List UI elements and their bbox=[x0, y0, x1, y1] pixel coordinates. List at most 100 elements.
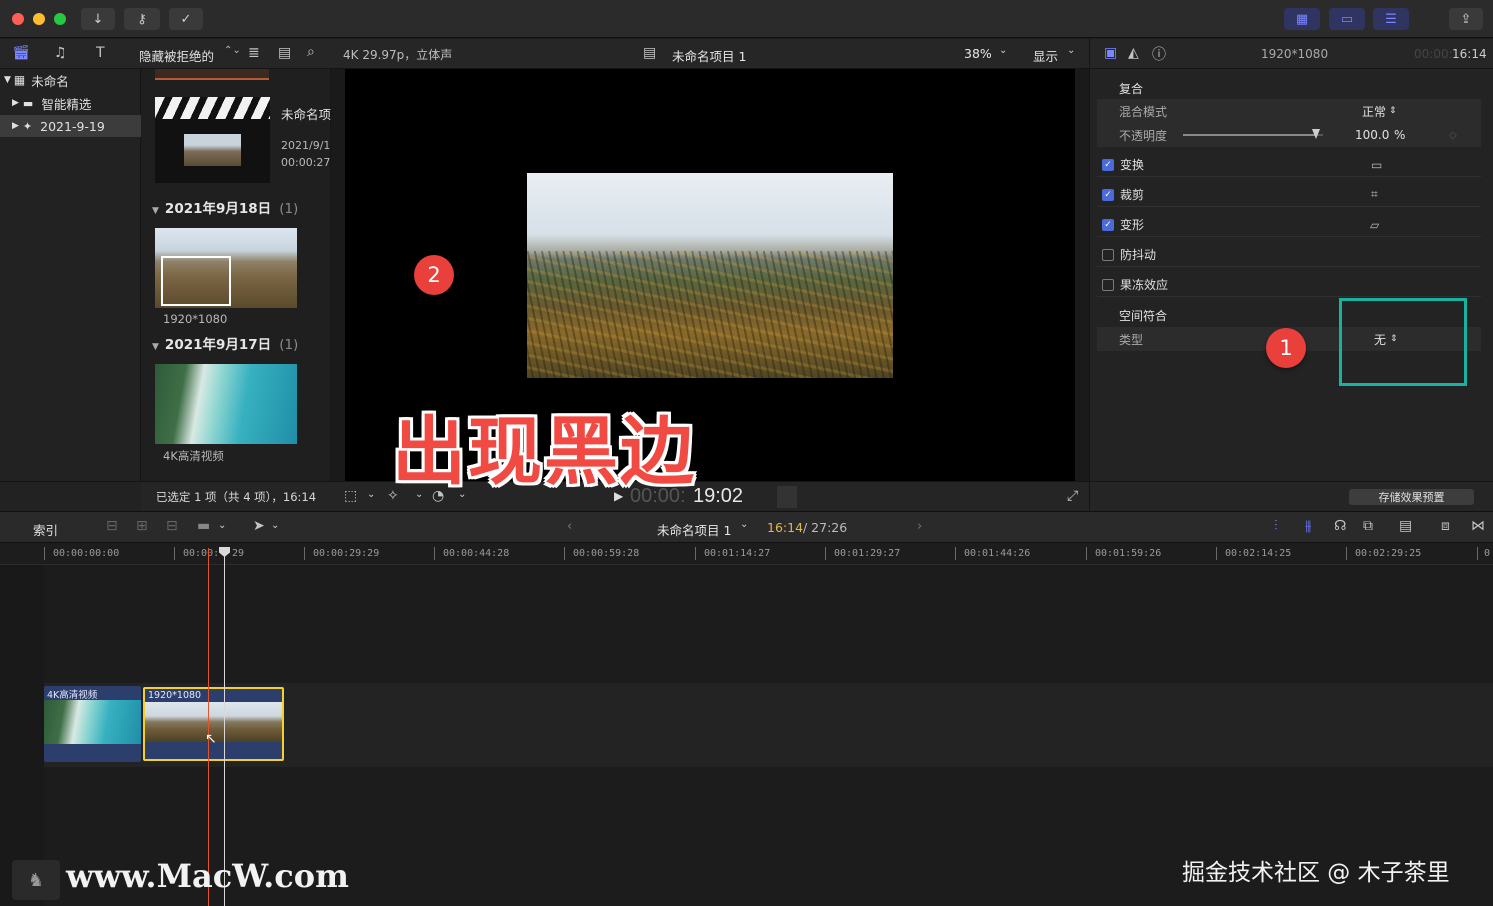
list-view-icon[interactable]: ≣ bbox=[248, 45, 260, 61]
info-icon[interactable]: ⓘ bbox=[1152, 44, 1166, 64]
select-tool-icon[interactable]: ➤ bbox=[253, 518, 265, 534]
clip-thumbnail-beach[interactable] bbox=[155, 364, 297, 444]
stabilization-label: 防抖动 bbox=[1120, 248, 1157, 262]
transform-tool-icon[interactable]: ⬚ bbox=[344, 488, 357, 504]
blend-mode-popup[interactable]: 正常 bbox=[1362, 103, 1386, 120]
skimming-icon[interactable]: ⫶ bbox=[1274, 518, 1278, 534]
ruler-label: 00:01:29:27 bbox=[834, 548, 901, 559]
timeline-index-button[interactable]: 索引 bbox=[33, 520, 58, 539]
chevron-down-icon[interactable]: ⌄ bbox=[367, 489, 375, 500]
minimize-window-button[interactable] bbox=[33, 13, 45, 25]
headphones-icon[interactable]: ☊ bbox=[1334, 518, 1346, 534]
ruler-label: 29 bbox=[232, 548, 245, 559]
forward-arrow-icon[interactable]: › bbox=[917, 519, 922, 534]
photos-audio-icon[interactable]: ♫ bbox=[54, 45, 67, 61]
highlight-box bbox=[1339, 298, 1467, 386]
zoom-menu[interactable]: 38% bbox=[964, 46, 992, 61]
project-title: 未命名项 bbox=[281, 107, 331, 122]
crop-onscreen-icon[interactable]: ⌗ bbox=[1371, 187, 1378, 202]
opacity-unit: % bbox=[1394, 128, 1406, 142]
library-item-root[interactable]: ▼ ▦ 未命名 bbox=[0, 69, 141, 91]
color-inspector-icon[interactable]: ◭ bbox=[1128, 45, 1139, 61]
annotation-badge-1: 1 bbox=[1266, 328, 1306, 368]
opacity-value[interactable]: 100.0 bbox=[1355, 128, 1389, 142]
timeline-position: 16:14 bbox=[767, 520, 804, 535]
clip-appearance-icon[interactable]: ▤ bbox=[1399, 518, 1412, 534]
append-clip-icon[interactable]: ⊟ bbox=[166, 518, 178, 534]
show-inspector-button[interactable]: ☰ bbox=[1373, 8, 1409, 30]
show-browser-button[interactable]: ▦ bbox=[1284, 8, 1320, 30]
display-menu[interactable]: 显示 bbox=[1033, 46, 1058, 65]
rolling-shutter-checkbox[interactable] bbox=[1102, 278, 1114, 291]
crop-frame-overlay bbox=[161, 256, 231, 306]
disclosure-closed-icon[interactable]: ▶ bbox=[12, 121, 19, 131]
audio-skimming-icon[interactable]: ⫵ bbox=[1305, 518, 1311, 534]
disclosure-open-icon[interactable]: ▼ bbox=[152, 342, 159, 352]
library-label: 未命名 bbox=[31, 73, 69, 89]
clip-filmstrip bbox=[44, 700, 141, 744]
disclosure-open-icon[interactable]: ▼ bbox=[152, 206, 159, 216]
library-item-event[interactable]: ▶ ✦ 2021-9-19 bbox=[0, 115, 141, 137]
stabilization-row[interactable]: 防抖动 bbox=[1097, 243, 1481, 267]
chevron-down-icon[interactable]: ⌄ bbox=[271, 520, 279, 531]
fullscreen-icon[interactable]: ⤢ bbox=[1067, 488, 1078, 504]
clip-thumbnail-partial[interactable] bbox=[155, 69, 269, 80]
background-tasks-button[interactable]: ✓ bbox=[169, 8, 203, 30]
zoom-window-button[interactable] bbox=[54, 13, 66, 25]
titles-generators-icon[interactable]: T bbox=[96, 45, 105, 61]
clip-thumbnail-forest[interactable] bbox=[155, 228, 297, 308]
overwrite-clip-icon[interactable]: ▬ bbox=[197, 518, 210, 534]
disclosure-open-icon[interactable]: ▼ bbox=[4, 75, 11, 85]
disclosure-closed-icon[interactable]: ▶ bbox=[12, 98, 19, 108]
chevron-down-icon[interactable]: ⌄ bbox=[218, 520, 226, 531]
distort-row[interactable]: ✓ 变形 ▱ bbox=[1097, 213, 1481, 237]
download-arrow-icon: ↓ bbox=[92, 11, 104, 27]
stabilization-checkbox[interactable] bbox=[1102, 248, 1114, 261]
keywords-button[interactable]: ⚷ bbox=[124, 8, 160, 30]
clip-filter-menu[interactable]: 隐藏被拒绝的 bbox=[139, 46, 214, 65]
ruler-label: 00:01:59:26 bbox=[1095, 548, 1162, 559]
crop-checkbox[interactable]: ✓ bbox=[1102, 188, 1114, 201]
crop-row[interactable]: ✓ 裁剪 ⌗ bbox=[1097, 183, 1481, 207]
timeline-clip-forest-selected[interactable]: 1920*1080 bbox=[143, 687, 284, 761]
distort-checkbox[interactable]: ✓ bbox=[1102, 218, 1114, 231]
date-group-count: (1) bbox=[279, 201, 299, 217]
insert-clip-icon[interactable]: ⊞ bbox=[136, 518, 148, 534]
forest-texture bbox=[527, 251, 893, 378]
date-group-header[interactable]: ▼ 2021年9月17日 (1) bbox=[152, 333, 298, 353]
transform-checkbox[interactable]: ✓ bbox=[1102, 158, 1114, 171]
import-button[interactable]: ↓ bbox=[81, 8, 115, 30]
chevron-down-icon[interactable]: ⌄ bbox=[740, 519, 748, 530]
show-timeline-button[interactable]: ▭ bbox=[1329, 8, 1365, 30]
video-inspector-icon[interactable]: ▣ bbox=[1104, 45, 1117, 61]
save-effects-preset-button[interactable]: 存储效果预置 bbox=[1349, 489, 1474, 505]
date-group-title: 2021年9月18日 bbox=[164, 201, 272, 217]
keyframe-icon[interactable]: ◇ bbox=[1449, 130, 1457, 141]
event-label: 2021-9-19 bbox=[40, 118, 105, 134]
clapper-icon[interactable]: 🎬︎ bbox=[12, 45, 30, 61]
browser-toolbar: 🎬︎ ♫ T 隐藏被拒绝的 ⌃⌄ ≣ ▤ ⌕ bbox=[0, 39, 331, 69]
date-group-header[interactable]: ▼ 2021年9月18日 (1) bbox=[152, 197, 298, 217]
close-window-button[interactable] bbox=[12, 13, 24, 25]
ruler-label: 00:01:14:27 bbox=[704, 548, 771, 559]
playhead-line[interactable] bbox=[224, 548, 225, 906]
opacity-slider[interactable] bbox=[1183, 129, 1323, 139]
rolling-shutter-label: 果冻效应 bbox=[1120, 278, 1169, 292]
transform-row[interactable]: ✓ 变换 ▭ bbox=[1097, 153, 1481, 177]
transitions-icon[interactable]: ⋈ bbox=[1471, 518, 1485, 534]
library-item-smart-collections[interactable]: ▶ ▬ 智能精选 bbox=[0, 92, 141, 114]
distort-onscreen-icon[interactable]: ▱ bbox=[1370, 218, 1379, 232]
timeline-project-name[interactable]: 未命名项目 1 bbox=[657, 520, 731, 539]
timeline-clip-beach[interactable]: 4K高清视频 bbox=[44, 686, 141, 762]
back-arrow-icon[interactable]: ‹ bbox=[567, 519, 572, 534]
snapping-icon[interactable]: ⧉ bbox=[1363, 518, 1373, 534]
share-button[interactable]: ⇪ bbox=[1449, 8, 1483, 30]
connect-clip-icon[interactable]: ⊟ bbox=[106, 518, 118, 534]
project-thumbnail[interactable] bbox=[155, 97, 270, 183]
rolling-shutter-row[interactable]: 果冻效应 bbox=[1097, 273, 1481, 297]
search-icon[interactable]: ⌕ bbox=[307, 44, 315, 60]
timeline-total: / 27:26 bbox=[803, 520, 848, 535]
effects-browser-icon[interactable]: ⧈ bbox=[1441, 518, 1450, 534]
transform-onscreen-icon[interactable]: ▭ bbox=[1371, 158, 1382, 172]
clip-appearance-icon[interactable]: ▤ bbox=[278, 45, 291, 61]
